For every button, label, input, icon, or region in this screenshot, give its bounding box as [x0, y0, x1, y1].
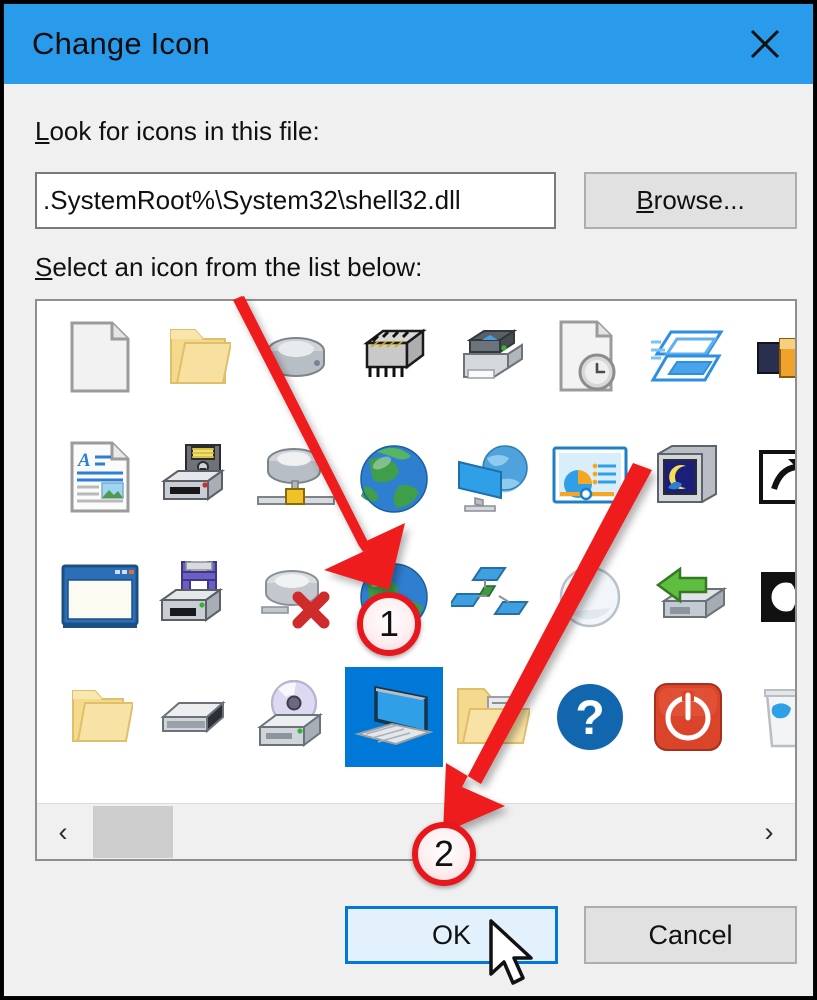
mouse-cursor [489, 919, 533, 985]
lookfor-label: Look for icons in this file: [35, 116, 320, 146]
change-icon-dialog: Change Icon Look for icons in this file:… [3, 3, 814, 997]
network-nodes-icon[interactable] [443, 547, 541, 647]
recycle-bin-icon[interactable] [737, 667, 795, 767]
drive-icon[interactable] [149, 667, 247, 767]
cd-drive-icon[interactable] [247, 667, 345, 767]
dialog-body: Look for icons in this file: Browse... S… [4, 84, 813, 996]
presentation-icon[interactable] [541, 427, 639, 527]
scroll-left-icon[interactable]: ‹ [37, 804, 89, 859]
icon-list-box[interactable]: A ? ‹ › [35, 299, 797, 861]
memory-chip-icon[interactable] [345, 307, 443, 407]
cancel-button[interactable]: Cancel [584, 906, 797, 964]
scrollbar-thumb[interactable] [93, 806, 173, 858]
battery-icon[interactable] [737, 307, 795, 407]
icon-grid: A ? [37, 301, 795, 803]
scroll-right-icon[interactable]: › [743, 804, 795, 859]
shutdown-power-icon[interactable] [639, 667, 737, 767]
clock-black-icon[interactable] [737, 547, 795, 647]
network-drive-icon[interactable] [247, 427, 345, 527]
callout-badge-2: 2 [412, 822, 476, 886]
recent-document-icon[interactable] [541, 307, 639, 407]
night-monitor-icon[interactable] [639, 427, 737, 527]
sphere-icon[interactable] [541, 547, 639, 647]
folder-open-icon[interactable] [149, 307, 247, 407]
globe-green-icon[interactable] [345, 427, 443, 527]
icon-file-path-input[interactable] [35, 172, 556, 229]
shortcut-arrow-icon[interactable] [737, 427, 795, 527]
folder-documents-icon[interactable] [443, 667, 541, 767]
network-monitor-icon[interactable] [443, 427, 541, 527]
help-question-icon[interactable]: ? [541, 667, 639, 767]
hard-drive-icon[interactable] [247, 307, 345, 407]
svg-text:A: A [77, 450, 91, 471]
blank-document-icon[interactable] [51, 307, 149, 407]
select-icon-label: Select an icon from the list below: [35, 252, 423, 282]
this-pc-icon[interactable] [345, 667, 443, 767]
mapped-drive-icon[interactable] [149, 547, 247, 647]
disconnected-drive-icon[interactable] [247, 547, 345, 647]
browse-button[interactable]: Browse... [584, 172, 797, 229]
restore-drive-icon[interactable] [639, 547, 737, 647]
svg-text:?: ? [575, 692, 604, 745]
title-bar: Change Icon [4, 4, 813, 84]
window-title: Change Icon [32, 26, 210, 61]
printer-icon[interactable] [443, 307, 541, 407]
close-icon[interactable] [717, 4, 813, 84]
floppy-drive-icon[interactable] [149, 427, 247, 527]
folder-icon[interactable] [51, 667, 149, 767]
callout-badge-1: 1 [357, 592, 421, 656]
stacked-windows-icon[interactable] [639, 307, 737, 407]
text-document-icon[interactable]: A [51, 427, 149, 527]
window-icon[interactable] [51, 547, 149, 647]
